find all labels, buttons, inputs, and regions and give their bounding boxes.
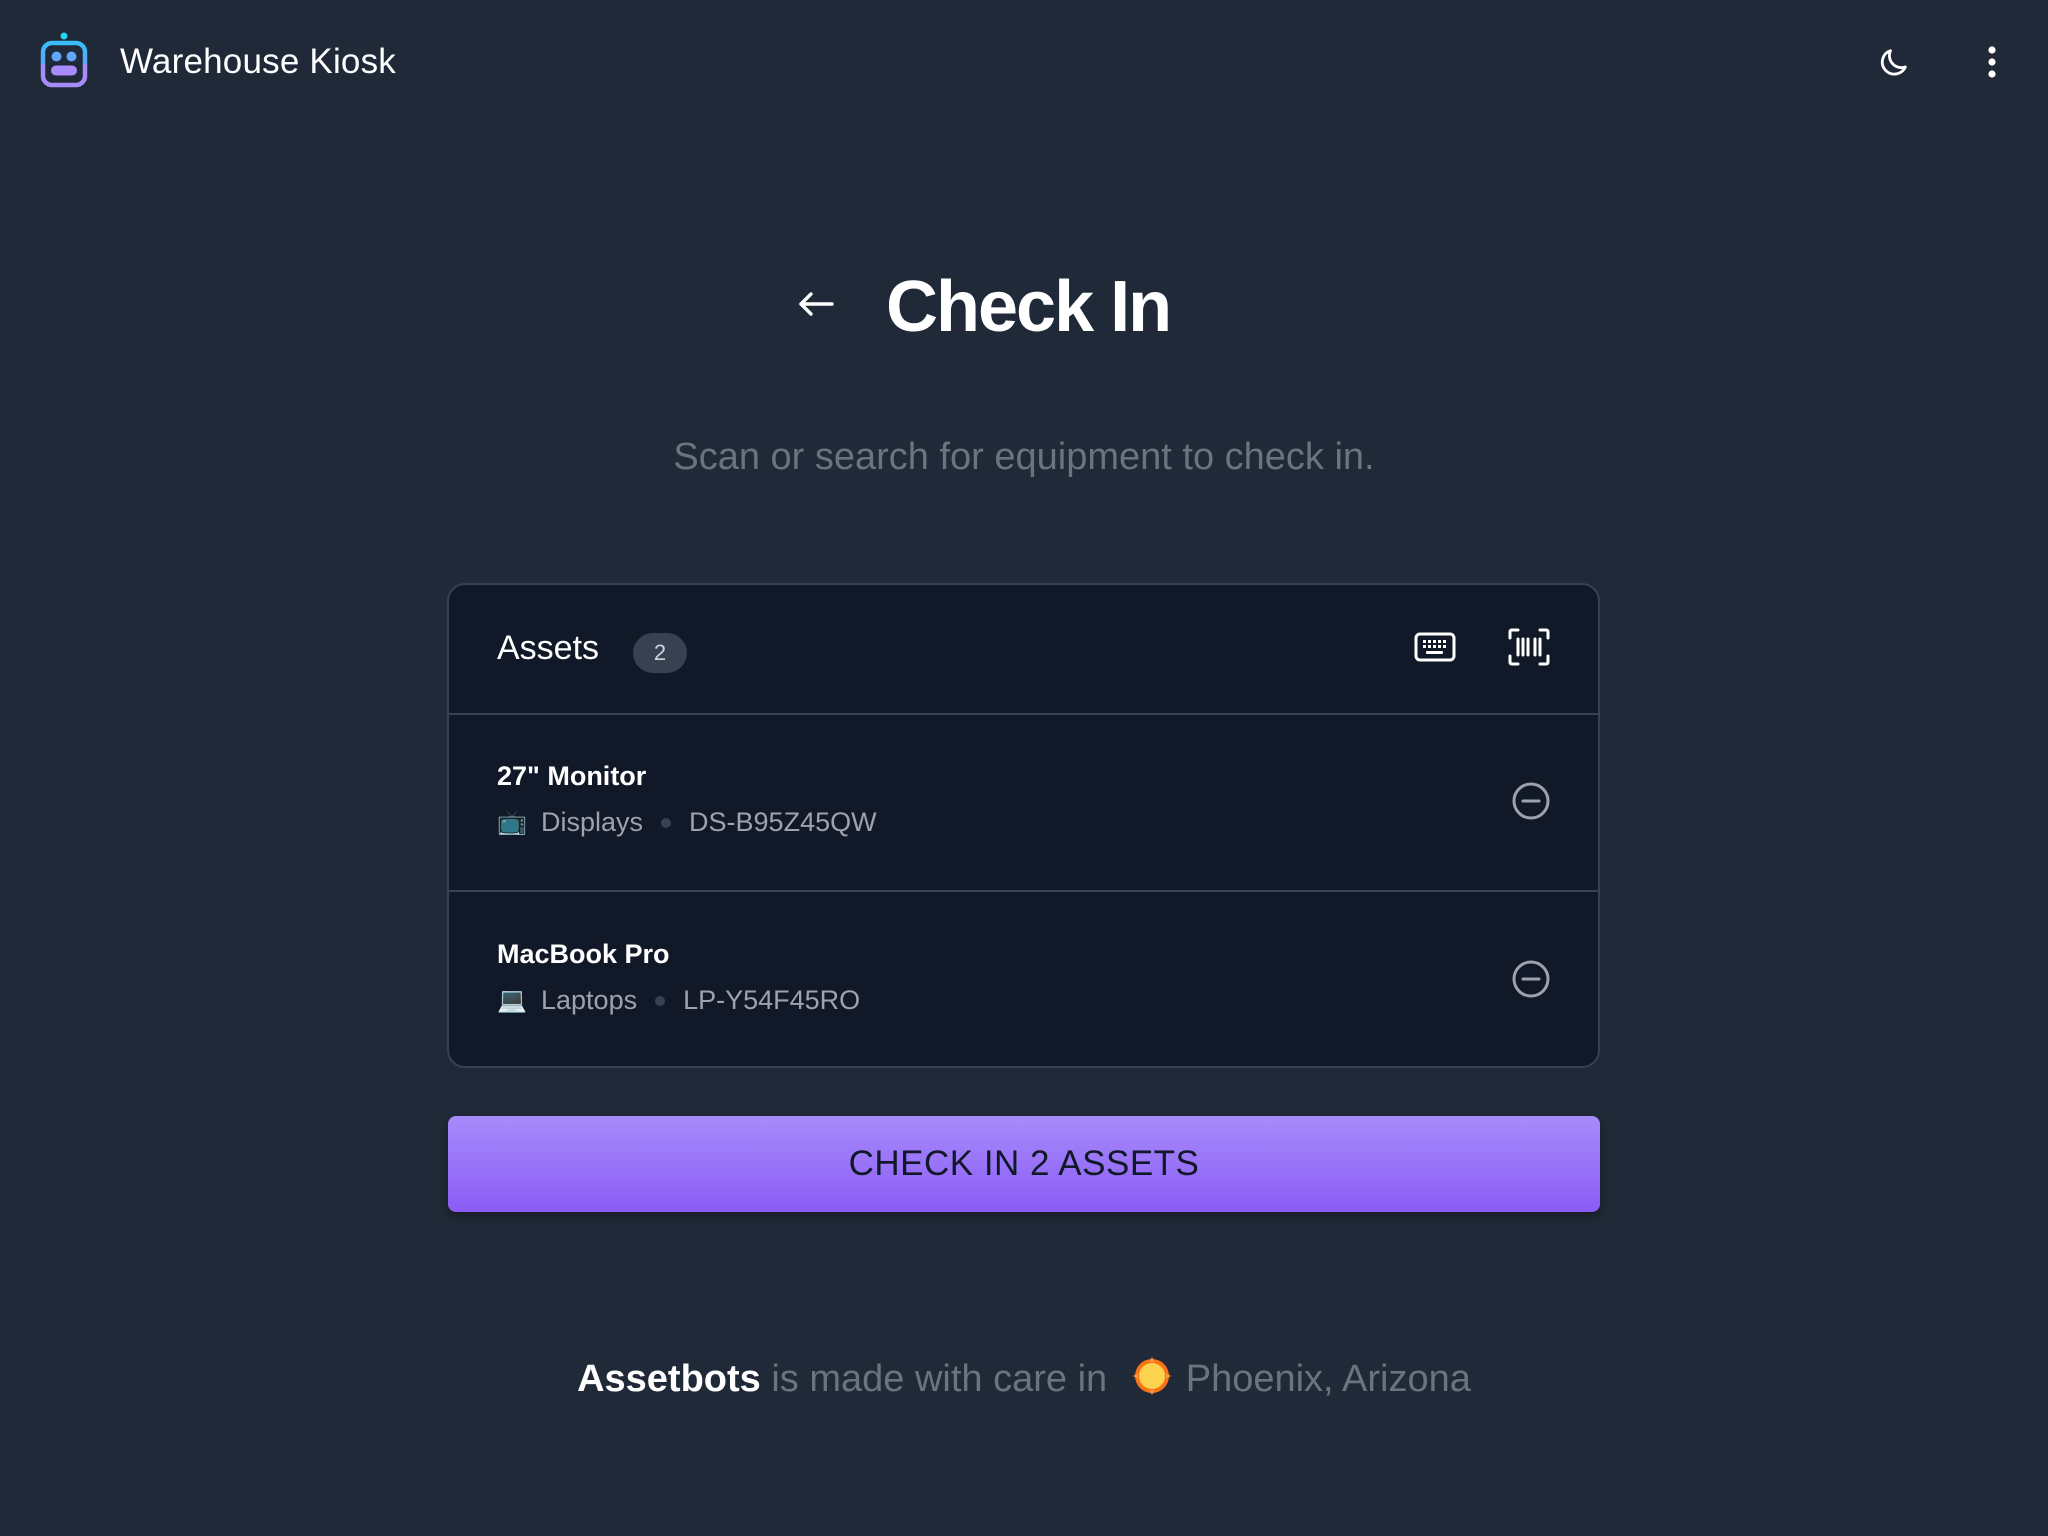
asset-category: Displays xyxy=(541,807,644,837)
check-in-assets-button[interactable]: CHECK IN 2 ASSETS xyxy=(448,1116,1600,1212)
assets-card-header: Assets 2 xyxy=(449,585,1598,715)
remove-asset-button[interactable] xyxy=(1507,779,1555,827)
footer: Assetbots is made with care in Phoenix, … xyxy=(0,1356,2048,1406)
assets-title: Assets xyxy=(497,629,600,667)
back-button[interactable] xyxy=(790,280,842,332)
asset-name: 27" Monitor xyxy=(497,761,647,791)
more-menu-button[interactable] xyxy=(1966,38,2018,90)
keyboard-entry-button[interactable] xyxy=(1411,625,1459,673)
asset-meta: 💻 Laptops LP-Y54F45RO xyxy=(497,985,860,1016)
footer-brand: Assetbots xyxy=(577,1358,761,1401)
tv-icon: 📺 xyxy=(497,809,527,836)
page-title: Check In xyxy=(886,267,1172,347)
asset-tag: DS-B95Z45QW xyxy=(689,807,877,837)
page-subtitle: Scan or search for equipment to check in… xyxy=(673,436,1375,478)
page-heading: Check In xyxy=(0,260,2048,360)
asset-name: MacBook Pro xyxy=(497,939,670,969)
asset-category: Laptops xyxy=(541,985,638,1015)
separator-dot xyxy=(655,995,666,1006)
assets-card: Assets 2 27" Monitor 📺 Displays DS-B95Z4… xyxy=(447,583,1600,1068)
moon-icon xyxy=(1877,45,1911,84)
top-bar: Warehouse Kiosk xyxy=(0,0,2048,130)
assets-count-badge: 2 xyxy=(633,633,687,673)
footer-location: Phoenix, Arizona xyxy=(1185,1358,1471,1401)
minus-circle-icon xyxy=(1511,781,1551,826)
sun-icon xyxy=(1132,1356,1172,1406)
separator-dot xyxy=(661,817,672,828)
keyboard-icon xyxy=(1414,632,1456,667)
minus-circle-icon xyxy=(1511,959,1551,1004)
arrow-left-icon xyxy=(796,289,836,324)
footer-text: is made with care in xyxy=(760,1358,1118,1401)
theme-toggle-button[interactable] xyxy=(1868,38,1920,90)
barcode-scan-icon xyxy=(1508,628,1550,671)
robot-logo-icon xyxy=(40,32,88,88)
more-vertical-icon xyxy=(1986,45,1998,84)
app-title: Warehouse Kiosk xyxy=(120,42,396,81)
asset-meta: 📺 Displays DS-B95Z45QW xyxy=(497,807,877,838)
remove-asset-button[interactable] xyxy=(1507,957,1555,1005)
laptop-icon: 💻 xyxy=(497,987,527,1014)
asset-list-item: MacBook Pro 💻 Laptops LP-Y54F45RO xyxy=(449,893,1598,1066)
barcode-scan-button[interactable] xyxy=(1505,625,1553,673)
asset-list-item: 27" Monitor 📺 Displays DS-B95Z45QW xyxy=(449,715,1598,892)
asset-tag: LP-Y54F45RO xyxy=(683,985,861,1015)
